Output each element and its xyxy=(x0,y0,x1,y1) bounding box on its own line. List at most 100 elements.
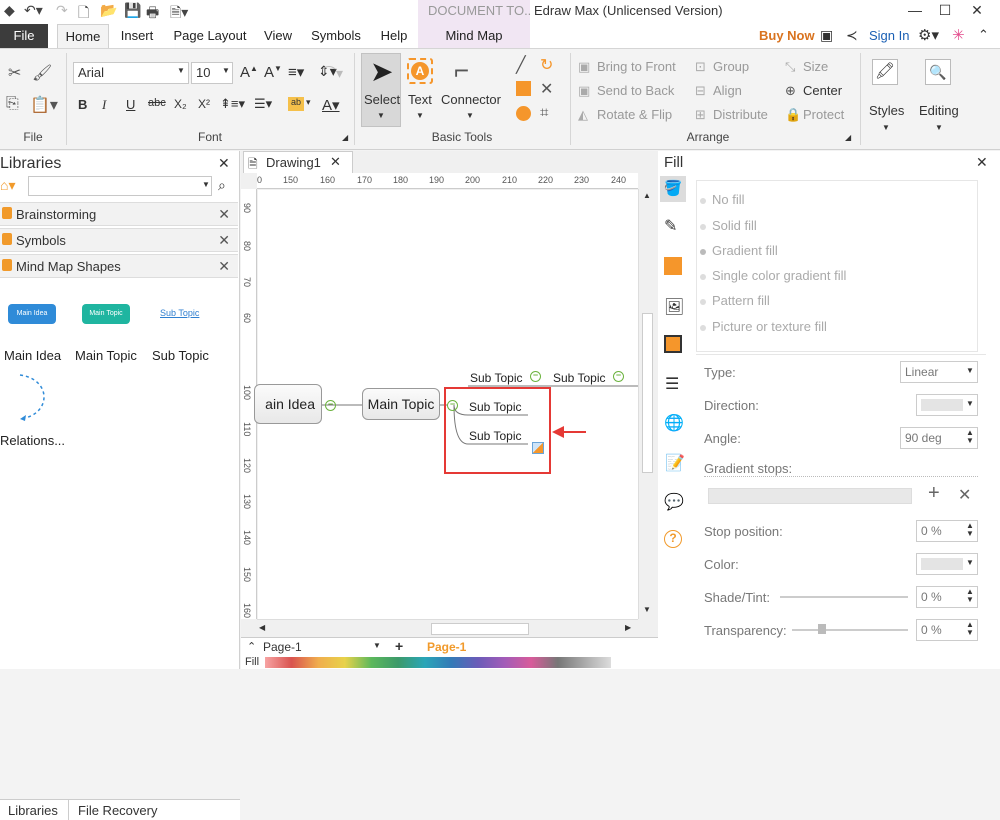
page-tab[interactable]: Page-1 xyxy=(427,640,466,654)
type-dropdown-icon[interactable]: ▼ xyxy=(966,366,974,375)
vertical-scrollbar[interactable]: ▲ ▼ xyxy=(638,189,656,619)
note-tab-icon[interactable]: 📝 xyxy=(665,453,685,473)
brand-logo-icon[interactable]: ✳ xyxy=(952,26,965,44)
shape-main-topic[interactable]: Main Topic xyxy=(82,304,130,324)
font-color-icon[interactable]: A▾ xyxy=(322,96,340,114)
align-icon[interactable]: ⊟ xyxy=(695,83,706,99)
drawing-page[interactable]: ain Idea − Main Topic − Sub Topic Sub To… xyxy=(254,190,638,619)
send-to-back-button[interactable]: Send to Back xyxy=(597,83,674,98)
sign-in-link[interactable]: Sign In xyxy=(869,28,909,43)
text-tool-label[interactable]: Text xyxy=(408,92,432,107)
connector-dropdown-icon[interactable]: ▼ xyxy=(466,111,474,120)
italic-icon[interactable]: I xyxy=(102,97,106,113)
styles-button[interactable]: Styles xyxy=(869,103,904,118)
direction-dropdown-icon[interactable]: ▼ xyxy=(966,399,974,408)
library-close-icon[interactable]: ✕ xyxy=(218,258,230,275)
protect-button[interactable]: Protect xyxy=(803,107,844,122)
highlight-dropdown-icon[interactable]: ▾ xyxy=(306,97,311,108)
scroll-down-icon[interactable]: ▼ xyxy=(643,605,651,614)
library-search-input[interactable] xyxy=(28,176,212,196)
copy-icon[interactable]: ⎘ xyxy=(6,95,19,113)
hyperlink-tab-icon[interactable]: 🌐 xyxy=(664,413,684,433)
tab-help[interactable]: Help xyxy=(374,24,414,48)
group-button[interactable]: Group xyxy=(713,59,749,74)
styles-dropdown-icon[interactable]: ▼ xyxy=(882,123,890,132)
collapse-toggle-icon[interactable]: − xyxy=(530,371,541,382)
scroll-thumb[interactable] xyxy=(431,623,529,635)
tab-view[interactable]: View xyxy=(258,24,298,48)
minimize-icon[interactable]: — xyxy=(900,0,930,22)
library-close-icon[interactable]: ✕ xyxy=(218,232,230,249)
tab-file[interactable]: File xyxy=(0,24,48,48)
settings-gear-icon[interactable]: ⚙▾ xyxy=(918,26,939,44)
help-tab-icon[interactable]: ? xyxy=(664,530,682,548)
save-icon[interactable]: 💾 xyxy=(124,2,141,19)
center-button[interactable]: Center xyxy=(803,83,842,98)
protect-icon[interactable]: 🔒 xyxy=(785,107,801,123)
align-button[interactable]: Align xyxy=(713,83,742,98)
bring-to-front-button[interactable]: Bring to Front xyxy=(597,59,676,74)
transparency-spinner-icon[interactable]: ▲ ▼ xyxy=(966,621,974,637)
bold-icon[interactable]: B xyxy=(78,97,87,112)
close-icon[interactable]: ✕ xyxy=(962,0,992,22)
select-dropdown-icon[interactable]: ▼ xyxy=(377,111,385,120)
tab-insert[interactable]: Insert xyxy=(114,24,160,48)
export-icon[interactable]: 🗎▾ xyxy=(170,2,188,26)
center-icon[interactable]: ⊕ xyxy=(785,83,796,99)
open-icon[interactable]: 📂 xyxy=(100,2,117,19)
connector-icon[interactable]: ⌐ xyxy=(454,55,469,86)
library-item-mind-map-shapes[interactable]: Mind Map Shapes ✕ xyxy=(0,254,238,278)
fill-option-no-fill[interactable]: No fill xyxy=(700,192,745,207)
bottom-tab-libraries[interactable]: Libraries xyxy=(8,803,58,818)
rotate-flip-icon[interactable]: ◭ xyxy=(578,107,588,123)
distribute-button[interactable]: Distribute xyxy=(713,107,768,122)
align-text-icon[interactable]: ≡▾ xyxy=(288,63,304,81)
page-nav-up-icon[interactable]: ⌃ xyxy=(247,640,256,653)
share-icon[interactable]: ≺ xyxy=(846,27,858,44)
arc-text-icon[interactable]: ⌒▾ xyxy=(322,63,343,83)
fill-option-solid[interactable]: Solid fill xyxy=(700,218,757,233)
subscript-icon[interactable]: X₂ xyxy=(174,97,187,111)
fill-tab-icon[interactable]: 🪣 xyxy=(660,176,686,202)
cross-tool-icon[interactable]: ✕ xyxy=(540,79,553,99)
scroll-thumb[interactable] xyxy=(642,313,653,473)
page-dropdown-icon[interactable]: ▼ xyxy=(373,641,381,650)
arrange-dialog-launcher-icon[interactable]: ◢ xyxy=(845,133,851,142)
print-icon[interactable]: 🖶 xyxy=(146,2,159,26)
format-painter-icon[interactable]: 🖌 xyxy=(32,63,52,83)
collapse-toggle-icon[interactable]: − xyxy=(613,371,624,382)
bullets-icon[interactable]: ☰▾ xyxy=(254,96,272,112)
library-item-symbols[interactable]: Symbols ✕ xyxy=(0,228,238,252)
size-icon[interactable]: ⤡ xyxy=(785,59,795,75)
libraries-close-icon[interactable]: ✕ xyxy=(218,155,230,172)
transparency-slider-thumb[interactable] xyxy=(818,624,826,634)
stop-position-spinner-icon[interactable]: ▲ ▼ xyxy=(966,522,974,538)
tab-symbols[interactable]: Symbols xyxy=(306,24,366,48)
editing-dropdown-icon[interactable]: ▼ xyxy=(935,123,943,132)
shade-slider[interactable] xyxy=(780,596,908,598)
tab-page-layout[interactable]: Page Layout xyxy=(168,24,252,48)
tab-mind-map[interactable]: Mind Map xyxy=(418,24,530,48)
styles-icon[interactable]: 🖍 xyxy=(872,59,898,85)
shape-main-idea[interactable]: Main Idea xyxy=(8,304,56,324)
ribbon-collapse-icon[interactable]: ⌃ xyxy=(978,27,989,43)
comment-tab-icon[interactable]: 💬 xyxy=(664,492,684,512)
bring-front-icon[interactable]: ▣ xyxy=(578,59,590,75)
highlight-color-icon[interactable]: ab xyxy=(288,97,304,111)
fill-panel-close-icon[interactable]: ✕ xyxy=(976,154,988,171)
text-dropdown-icon[interactable]: ▼ xyxy=(416,111,424,120)
rotate-flip-button[interactable]: Rotate & Flip xyxy=(597,107,672,122)
library-home-icon[interactable]: ⌂▾ xyxy=(0,177,15,194)
underline-icon[interactable]: U xyxy=(126,97,135,112)
scroll-left-icon[interactable]: ◀ xyxy=(259,623,265,632)
color-swatches[interactable] xyxy=(265,657,611,668)
size-button[interactable]: Size xyxy=(803,59,828,74)
paste-icon[interactable]: 📋▾ xyxy=(30,95,58,115)
data-tab-icon[interactable]: ☰ xyxy=(665,374,679,394)
editing-search-icon[interactable]: 🔍 xyxy=(925,59,951,85)
shape-sub-topic[interactable]: Sub Topic xyxy=(160,308,199,318)
distribute-icon[interactable]: ⊞ xyxy=(695,107,706,123)
layer-tab-icon[interactable] xyxy=(664,335,682,353)
shrink-font-icon[interactable]: A▼ xyxy=(264,64,282,81)
crop-tool-icon[interactable]: ⌗ xyxy=(540,104,548,121)
